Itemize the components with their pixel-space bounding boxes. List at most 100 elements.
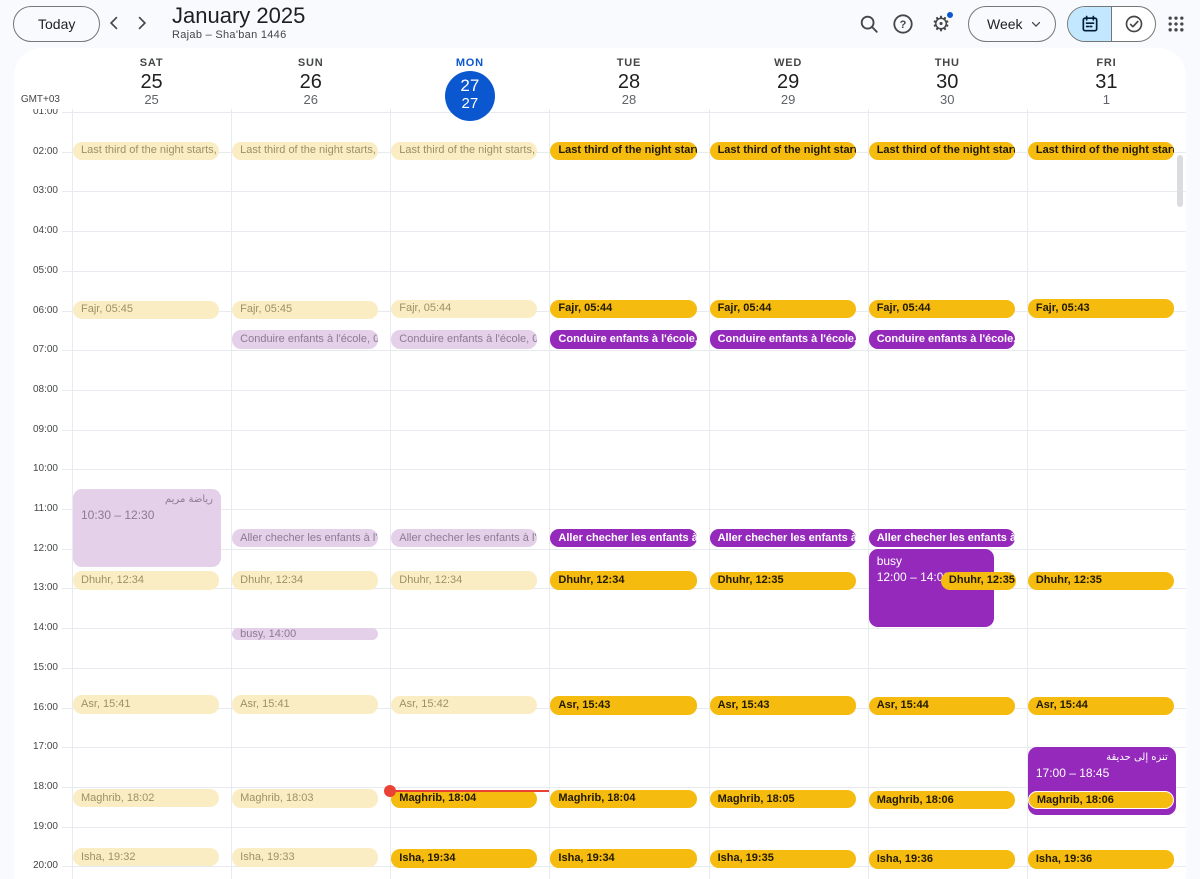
event-conduire[interactable]: Conduire enfants à l'école, 06 bbox=[869, 330, 1015, 348]
event-aller-chercher[interactable]: Aller checher les enfants à l'éc bbox=[550, 529, 696, 547]
day-column-sun: Last third of the night starts, 01:5 Fajr… bbox=[231, 105, 390, 879]
event-fajr[interactable]: Fajr, 05:43 bbox=[1028, 299, 1174, 317]
event-last-third[interactable]: Last third of the night starts, 01:5 bbox=[869, 142, 1015, 160]
day-header-sat[interactable]: SAT2525 bbox=[72, 48, 231, 109]
event-isha[interactable]: Isha, 19:33 bbox=[232, 848, 378, 866]
hour-label: 17:00 bbox=[14, 741, 58, 752]
chevron-right-icon bbox=[132, 13, 152, 33]
event-maghrib[interactable]: Maghrib, 18:02 bbox=[73, 789, 219, 807]
day-header-tue[interactable]: TUE2828 bbox=[549, 48, 708, 109]
hour-label: 18:00 bbox=[14, 781, 58, 792]
day-header-mon[interactable]: MON2727 bbox=[390, 48, 549, 109]
search-button[interactable] bbox=[851, 6, 887, 42]
hour-label: 20:00 bbox=[14, 860, 58, 871]
event-isha[interactable]: Isha, 19:34 bbox=[550, 849, 696, 867]
hour-label: 09:00 bbox=[14, 424, 58, 435]
event-fajr[interactable]: Fajr, 05:45 bbox=[73, 301, 219, 319]
date-number: 25 bbox=[72, 72, 231, 93]
event-dhuhr[interactable]: Dhuhr, 12:35 bbox=[941, 572, 1016, 590]
event-time: 10:30 – 12:30 bbox=[81, 508, 213, 522]
today-button[interactable]: Today bbox=[13, 6, 100, 42]
event-fajr[interactable]: Fajr, 05:44 bbox=[869, 300, 1015, 318]
event-aller-chercher[interactable]: Aller checher les enfants à l'éc bbox=[710, 529, 856, 547]
event-conduire[interactable]: Conduire enfants à l'école, 06 bbox=[232, 330, 378, 348]
event-title: تنزه إلى حديقة bbox=[1036, 752, 1168, 764]
day-numbers: 311 bbox=[1027, 72, 1186, 107]
event-last-third[interactable]: Last third of the night starts, 01:5 bbox=[232, 142, 378, 160]
event-asr[interactable]: Asr, 15:41 bbox=[73, 695, 219, 713]
event-conduire[interactable]: Conduire enfants à l'école, 06 bbox=[710, 330, 856, 348]
event-aller-chercher[interactable]: Aller checher les enfants à l'éc bbox=[232, 529, 378, 547]
event-asr[interactable]: Asr, 15:44 bbox=[869, 697, 1015, 715]
event-isha[interactable]: Isha, 19:36 bbox=[1028, 850, 1174, 868]
event-fajr[interactable]: Fajr, 05:44 bbox=[710, 300, 856, 318]
event-asr[interactable]: Asr, 15:43 bbox=[710, 696, 856, 714]
event-title: busy bbox=[877, 554, 987, 568]
hour-label: 14:00 bbox=[14, 622, 58, 633]
date-number: 30 bbox=[868, 72, 1027, 93]
event-conduire[interactable]: Conduire enfants à l'école, 06 bbox=[550, 330, 696, 348]
event-dhuhr[interactable]: Dhuhr, 12:34 bbox=[550, 571, 696, 589]
event-maghrib[interactable]: Maghrib, 18:05 bbox=[710, 790, 856, 808]
event-fajr[interactable]: Fajr, 05:44 bbox=[391, 300, 537, 318]
day-header-thu[interactable]: THU3030 bbox=[868, 48, 1027, 109]
event-maghrib[interactable]: Maghrib, 18:06 bbox=[1028, 791, 1174, 809]
topbar: Today January 2025 Rajab – Sha'ban 1446 … bbox=[0, 0, 1200, 48]
day-of-week-label: WED bbox=[709, 57, 868, 69]
calendar-view-toggle[interactable] bbox=[1068, 7, 1112, 41]
event-maghrib[interactable]: Maghrib, 18:04 bbox=[391, 790, 537, 808]
event-dhuhr[interactable]: Dhuhr, 12:35 bbox=[1028, 572, 1174, 590]
day-column-mon: Last third of the night starts, 01:5 Fajr… bbox=[390, 105, 549, 879]
hour-label: 13:00 bbox=[14, 582, 58, 593]
event-dhuhr[interactable]: Dhuhr, 12:35 bbox=[710, 572, 856, 590]
event-isha[interactable]: Isha, 19:32 bbox=[73, 848, 219, 866]
event-isha[interactable]: Isha, 19:34 bbox=[391, 849, 537, 867]
event-maghrib[interactable]: Maghrib, 18:04 bbox=[550, 790, 696, 808]
hour-label: 05:00 bbox=[14, 265, 58, 276]
event-last-third[interactable]: Last third of the night starts, 01:5 bbox=[391, 142, 537, 160]
scrollbar-thumb[interactable] bbox=[1177, 155, 1183, 207]
prev-week-button[interactable] bbox=[99, 8, 129, 38]
event-asr[interactable]: Asr, 15:42 bbox=[391, 696, 537, 714]
event-dhuhr[interactable]: Dhuhr, 12:34 bbox=[232, 571, 378, 589]
day-header-sun[interactable]: SUN2626 bbox=[231, 48, 390, 109]
apps-grid-button[interactable] bbox=[1158, 6, 1194, 42]
help-icon: ? bbox=[892, 13, 914, 35]
hour-label: 15:00 bbox=[14, 662, 58, 673]
day-header-fri[interactable]: FRI311 bbox=[1027, 48, 1186, 109]
event-aller-chercher[interactable]: Aller checher les enfants à l'éc bbox=[391, 529, 537, 547]
event-last-third[interactable]: Last third of the night starts, 01:5 bbox=[550, 142, 696, 160]
event-dhuhr[interactable]: Dhuhr, 12:34 bbox=[73, 571, 219, 589]
help-button[interactable]: ? bbox=[885, 6, 921, 42]
settings-notification-dot bbox=[946, 11, 954, 19]
hour-label: 12:00 bbox=[14, 543, 58, 554]
event-aller-chercher[interactable]: Aller checher les enfants à l'éc bbox=[869, 529, 1015, 547]
today-date-circle: 2727 bbox=[445, 71, 495, 121]
event-last-third[interactable]: Last third of the night starts, 01:5 bbox=[1028, 142, 1174, 160]
event-maghrib[interactable]: Maghrib, 18:03 bbox=[232, 789, 378, 807]
event-last-third[interactable]: Last third of the night starts, 01:5 bbox=[710, 142, 856, 160]
event-riyada-maryam[interactable]: رياضة مريم10:30 – 12:30 bbox=[73, 489, 221, 567]
event-fajr[interactable]: Fajr, 05:44 bbox=[550, 300, 696, 318]
event-busy[interactable]: busy, 14:00 bbox=[232, 628, 378, 640]
tasks-view-toggle[interactable] bbox=[1112, 7, 1155, 41]
event-isha[interactable]: Isha, 19:36 bbox=[869, 850, 1015, 868]
day-numbers: 2525 bbox=[72, 72, 231, 107]
day-header-wed[interactable]: WED2929 bbox=[709, 48, 868, 109]
event-fajr[interactable]: Fajr, 05:45 bbox=[232, 301, 378, 319]
day-column-tue: Last third of the night starts, 01:5 Fajr… bbox=[549, 105, 708, 879]
event-dhuhr[interactable]: Dhuhr, 12:34 bbox=[391, 571, 537, 589]
date-number: 28 bbox=[549, 72, 708, 93]
day-numbers: 3030 bbox=[868, 72, 1027, 107]
event-asr[interactable]: Asr, 15:44 bbox=[1028, 697, 1174, 715]
event-asr[interactable]: Asr, 15:41 bbox=[232, 695, 378, 713]
settings-button[interactable]: ⚙ bbox=[923, 6, 959, 42]
event-asr[interactable]: Asr, 15:43 bbox=[550, 696, 696, 714]
view-selector[interactable]: Week bbox=[968, 6, 1056, 42]
event-isha[interactable]: Isha, 19:35 bbox=[710, 850, 856, 868]
event-conduire[interactable]: Conduire enfants à l'école, 06 bbox=[391, 330, 537, 348]
hour-label: 19:00 bbox=[14, 821, 58, 832]
event-maghrib[interactable]: Maghrib, 18:06 bbox=[869, 791, 1015, 809]
event-last-third[interactable]: Last third of the night starts, 01:5 bbox=[73, 142, 219, 160]
next-week-button[interactable] bbox=[127, 8, 157, 38]
